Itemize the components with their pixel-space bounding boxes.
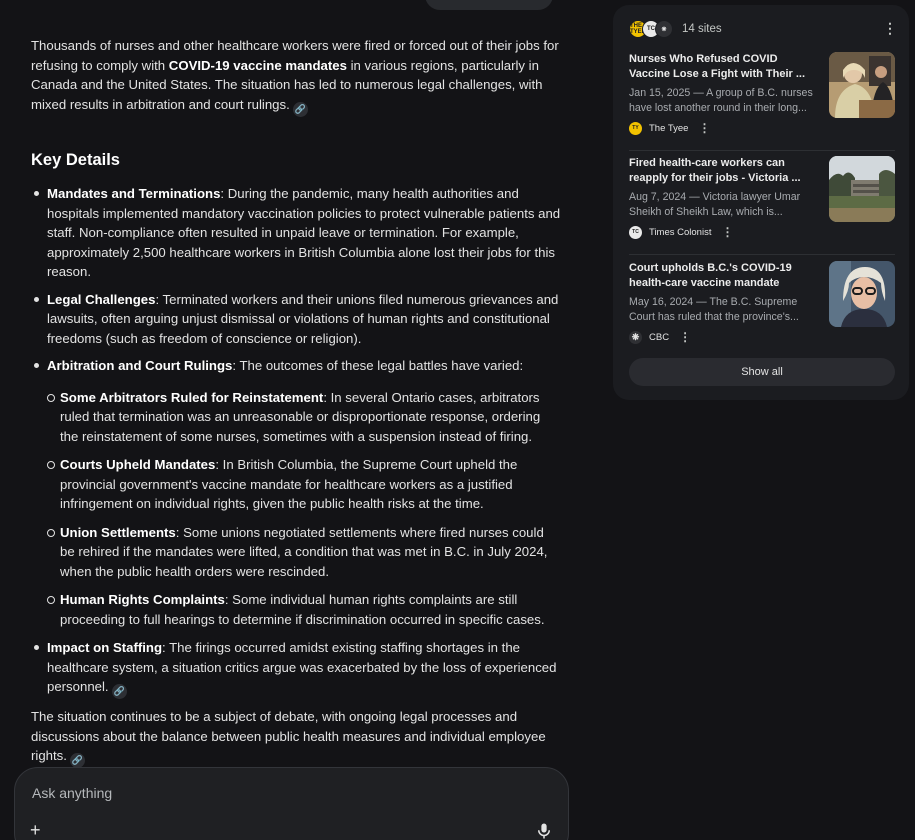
intro-paragraph: Thousands of nurses and other healthcare… (31, 36, 561, 117)
key-details-list: Mandates and Terminations: During the pa… (31, 184, 561, 699)
list-item: Arbitration and Court Rulings: The outco… (31, 356, 561, 629)
source-card-snippet: Jan 15, 2025 — A group of B.C. nurses ha… (629, 87, 813, 114)
source-card-title[interactable]: Fired health-care workers can reapply fo… (629, 156, 811, 186)
source-card-snippet: Aug 7, 2024 — Victoria lawyer Umar Sheik… (629, 191, 801, 218)
divider (629, 150, 895, 151)
article-thumbnail[interactable] (829, 261, 895, 327)
more-vert-icon[interactable]: ⋮ (698, 121, 710, 135)
source-card-snippet: May 16, 2024 — The B.C. Supreme Court ha… (629, 296, 799, 323)
cbc-favicon: ❋ (655, 20, 673, 38)
ask-input[interactable]: Ask anything (32, 785, 112, 801)
source-card-site: ❋ CBC ⋮ (629, 330, 691, 344)
link-icon[interactable]: 🔗 (292, 101, 308, 117)
article-thumbnail[interactable] (829, 156, 895, 222)
sources-header[interactable]: THE TYEE TC ❋ 14 sites (629, 18, 722, 40)
sublist-item: Union Settlements: Some unions negotiate… (47, 523, 561, 582)
ask-input-box[interactable]: Ask anything + (14, 767, 569, 840)
sources-panel: THE TYEE TC ❋ 14 sites ⋮ Nurses Who Refu… (613, 5, 909, 400)
source-card-title[interactable]: Court upholds B.C.'s COVID-19 health-car… (629, 261, 811, 291)
divider (629, 254, 895, 255)
closing-paragraph: The situation continues to be a subject … (31, 707, 561, 768)
link-icon[interactable]: 🔗 (111, 684, 127, 699)
source-card-site: TC Times Colonist ⋮ (629, 225, 733, 239)
tyee-favicon: TY (629, 121, 642, 135)
list-item: Mandates and Terminations: During the pa… (31, 184, 561, 282)
previous-query-bubble (425, 0, 553, 10)
more-vert-icon[interactable]: ⋮ (883, 21, 897, 35)
section-heading: Key Details (31, 150, 120, 169)
rulings-sublist: Some Arbitrators Ruled for Reinstatement… (47, 388, 561, 630)
source-card[interactable]: Nurses Who Refused COVID Vaccine Lose a … (629, 52, 895, 135)
sublist-item: Courts Upheld Mandates: In British Colum… (47, 455, 561, 514)
mic-icon[interactable] (535, 822, 553, 840)
sublist-item: Some Arbitrators Ruled for Reinstatement… (47, 388, 561, 447)
list-item: Legal Challenges: Terminated workers and… (31, 290, 561, 349)
intro-bold-term: COVID-19 vaccine mandates (168, 57, 347, 73)
more-vert-icon[interactable]: ⋮ (721, 225, 733, 239)
sites-count: 14 sites (682, 23, 722, 35)
plus-icon[interactable]: + (30, 820, 41, 840)
more-vert-icon[interactable]: ⋮ (679, 330, 691, 344)
link-icon[interactable]: 🔗 (69, 753, 85, 768)
ai-answer: Thousands of nurses and other healthcare… (31, 36, 561, 768)
source-card-title[interactable]: Nurses Who Refused COVID Vaccine Lose a … (629, 52, 811, 82)
source-card-site: TY The Tyee ⋮ (629, 121, 710, 135)
list-item: Impact on Staffing: The firings occurred… (31, 638, 561, 699)
source-favicons: THE TYEE TC ❋ (629, 20, 673, 38)
sublist-item: Human Rights Complaints: Some individual… (47, 590, 561, 629)
times-colonist-favicon: TC (629, 225, 642, 239)
show-all-button[interactable]: Show all (629, 358, 895, 386)
article-thumbnail[interactable] (829, 52, 895, 118)
cbc-favicon: ❋ (629, 330, 642, 344)
source-card[interactable]: Fired health-care workers can reapply fo… (629, 156, 895, 239)
source-card[interactable]: Court upholds B.C.'s COVID-19 health-car… (629, 261, 895, 344)
